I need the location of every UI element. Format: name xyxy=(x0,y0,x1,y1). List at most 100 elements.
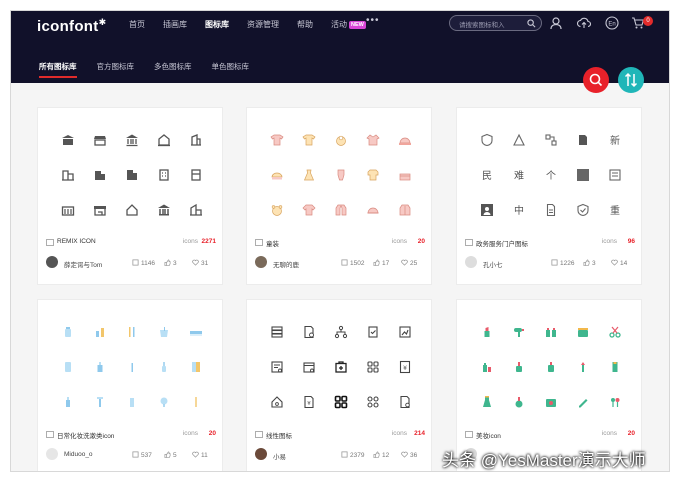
svg-text:En: En xyxy=(608,21,615,27)
floating-sort-button[interactable] xyxy=(618,67,644,93)
icon-library-card[interactable]: 童装 icons 20 无聊的鹿 1502 17 25 xyxy=(246,107,432,285)
form-icon xyxy=(609,168,621,181)
user-icon[interactable] xyxy=(549,16,563,30)
favorites-stat[interactable]: 25 xyxy=(401,259,417,267)
nav-home[interactable]: 首页 xyxy=(129,19,145,30)
upload-icon[interactable] xyxy=(577,16,591,30)
card-title[interactable]: 童装 xyxy=(266,238,279,248)
avatar[interactable] xyxy=(46,256,58,268)
avatar[interactable] xyxy=(465,256,477,268)
nav-icon-library[interactable]: 图标库 xyxy=(205,19,229,30)
thumbs-up-icon xyxy=(373,451,380,458)
serum-icon xyxy=(66,396,70,407)
author-name[interactable]: 小易 xyxy=(273,451,286,461)
icon-preview-grid: 新 民 难 个 中 重 xyxy=(471,122,631,230)
favorites-stat[interactable]: 14 xyxy=(611,259,627,267)
heart-icon xyxy=(192,259,199,266)
favorites-stat[interactable]: 36 xyxy=(401,451,417,459)
search-icon[interactable] xyxy=(527,19,536,28)
potion-icon xyxy=(515,396,523,407)
icons-label: icons xyxy=(391,430,407,437)
author-name[interactable]: 薛定谔与Tom xyxy=(64,259,102,269)
search-input[interactable]: 请搜索图标和入 xyxy=(449,15,542,31)
views-stat: 1146 xyxy=(132,259,155,267)
spray-icon xyxy=(97,361,103,372)
building-outline-icon xyxy=(191,133,201,146)
icons-label: icons xyxy=(601,430,617,437)
author-name[interactable]: Miduoo_o xyxy=(64,451,93,458)
mirror-icon xyxy=(160,397,168,407)
avatar[interactable] xyxy=(46,448,58,460)
watermark: 头条 @YesMaster演示大师 xyxy=(442,451,646,470)
card-author-row: 小易 2379 12 36 xyxy=(255,448,425,462)
likes-stat[interactable]: 17 xyxy=(373,259,389,267)
likes-stat[interactable]: 5 xyxy=(164,451,177,459)
favorites-stat[interactable]: 11 xyxy=(192,451,208,459)
card-title[interactable]: 政务服务门户图标 xyxy=(476,238,528,248)
svg-text:重: 重 xyxy=(610,204,620,217)
icon-library-card[interactable]: REMIX ICON icons 2271 薛定谔与Tom 1146 3 31 xyxy=(37,107,223,285)
icon-library-card[interactable]: ¥ ¥ 线性图标 icons 214 小易 2379 12 36 xyxy=(246,299,432,471)
nav-resource-management[interactable]: 资源管理 xyxy=(247,19,279,30)
avatar[interactable] xyxy=(255,256,267,268)
building-4-icon xyxy=(127,169,137,180)
building-3-icon xyxy=(95,170,105,180)
home-settings-icon xyxy=(271,395,283,408)
likes-stat[interactable]: 12 xyxy=(373,451,389,459)
community-icon xyxy=(190,203,202,216)
search-icon xyxy=(589,73,603,87)
tab-all-libraries[interactable]: 所有图标库 xyxy=(39,61,77,78)
icons-label: icons xyxy=(601,238,617,245)
more-menu[interactable]: ••• xyxy=(366,15,380,26)
icons-count: 96 xyxy=(627,238,635,245)
hat-icon xyxy=(399,137,411,145)
icon-library-card[interactable]: 日常化妆洗漱类icon icons 20 Miduoo_o 537 5 11 xyxy=(37,299,223,471)
person-card-icon xyxy=(481,203,493,216)
card-title[interactable]: REMIX ICON xyxy=(57,238,96,245)
medical-kit-icon xyxy=(335,360,347,373)
icons-count: 20 xyxy=(208,430,216,437)
cap-icon xyxy=(271,172,283,179)
likes-stat[interactable]: 3 xyxy=(164,259,177,267)
icon-library-card[interactable]: 新 民 难 个 中 重 政务服务门户图标 icons 96 孔小七 1226 3… xyxy=(456,107,642,285)
nail-polish-icon xyxy=(516,361,522,372)
author-name[interactable]: 无聊的鹿 xyxy=(273,259,299,269)
tab-monochrome-libraries[interactable]: 单色图标库 xyxy=(212,61,250,78)
card-title[interactable]: 线性图标 xyxy=(266,430,292,440)
card-title[interactable]: 日常化妆洗漱类icon xyxy=(57,430,114,440)
report-icon xyxy=(271,360,283,373)
heart-icon xyxy=(401,451,408,458)
svg-text:个: 个 xyxy=(546,170,556,182)
nav-help[interactable]: 帮助 xyxy=(297,19,313,30)
author-name[interactable]: 孔小七 xyxy=(483,259,503,269)
dropper-icon xyxy=(162,361,166,372)
nav-activity[interactable]: 活动 NEW xyxy=(331,19,366,30)
tab-multicolor-libraries[interactable]: 多色图标库 xyxy=(154,61,192,78)
floating-search-button[interactable] xyxy=(583,67,609,93)
likes-stat[interactable]: 3 xyxy=(583,259,596,267)
avatar[interactable] xyxy=(255,448,267,460)
middle-char-icon: 中 xyxy=(514,204,524,217)
language-icon[interactable]: En xyxy=(605,16,619,30)
svg-text:¥: ¥ xyxy=(307,401,311,407)
favorites-stat[interactable]: 31 xyxy=(192,259,208,267)
comb-icon xyxy=(190,330,202,336)
romper-icon xyxy=(337,169,345,180)
logo[interactable]: iconfont✱ xyxy=(37,17,106,35)
citizen-char-icon: 民 xyxy=(482,170,492,182)
top-header: iconfont✱ 首页 插画库 图标库 资源管理 帮助 活动 NEW ••• 请… xyxy=(11,11,669,83)
difficulty-char-icon: 难 xyxy=(514,170,524,182)
office-icon xyxy=(159,168,169,181)
card-author-row: Miduoo_o 537 5 11 xyxy=(46,448,216,462)
nav-illustrations[interactable]: 插画库 xyxy=(163,19,187,30)
card-title[interactable]: 美妆icon xyxy=(476,430,501,440)
raincoat-icon xyxy=(399,204,411,215)
library-icon xyxy=(255,239,263,246)
badge-icon xyxy=(481,133,493,146)
tab-official-libraries[interactable]: 官方图标库 xyxy=(97,61,135,78)
card-title-row: 政务服务门户图标 icons 96 xyxy=(465,238,635,250)
triangle-ruler-icon xyxy=(513,133,525,146)
bottle-icon xyxy=(65,326,71,337)
tax-document-icon: ¥ xyxy=(304,395,314,408)
jacket-icon xyxy=(366,134,380,145)
